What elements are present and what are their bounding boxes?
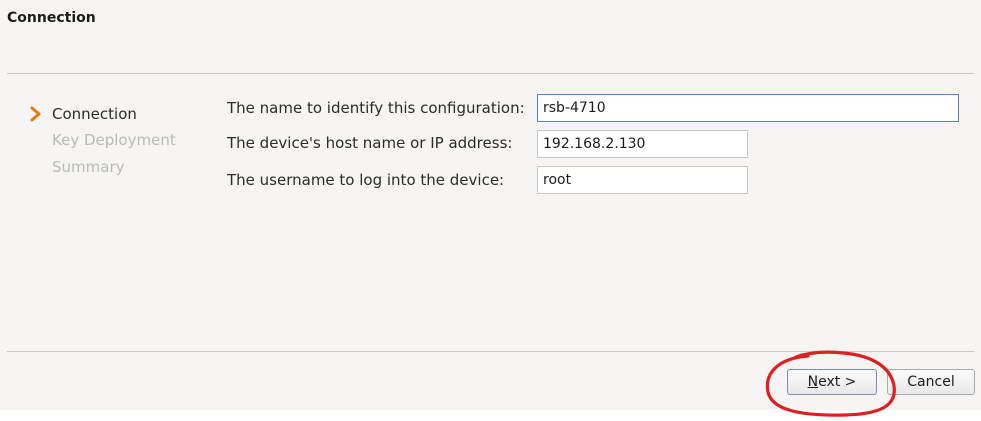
host-address-label: The device's host name or IP address: <box>227 134 513 152</box>
host-address-input[interactable] <box>537 130 748 158</box>
step-label: Key Deployment <box>52 131 176 149</box>
username-input[interactable] <box>537 166 748 194</box>
footer-divider <box>7 351 974 352</box>
next-button[interactable]: Next > <box>787 369 877 395</box>
header-divider <box>7 73 974 74</box>
next-button-label: Next > <box>807 374 857 390</box>
chevron-right-icon <box>28 105 44 123</box>
config-name-label: The name to identify this configuration: <box>227 99 525 117</box>
config-name-input[interactable] <box>537 94 959 122</box>
username-label: The username to log into the device: <box>227 171 505 189</box>
cancel-button[interactable]: Cancel <box>887 369 975 395</box>
step-label: Connection <box>52 105 137 123</box>
step-label: Summary <box>52 158 125 176</box>
page-title: Connection <box>7 10 96 26</box>
wizard-dialog: Connection Connection Key Deployment Sum… <box>0 0 981 410</box>
